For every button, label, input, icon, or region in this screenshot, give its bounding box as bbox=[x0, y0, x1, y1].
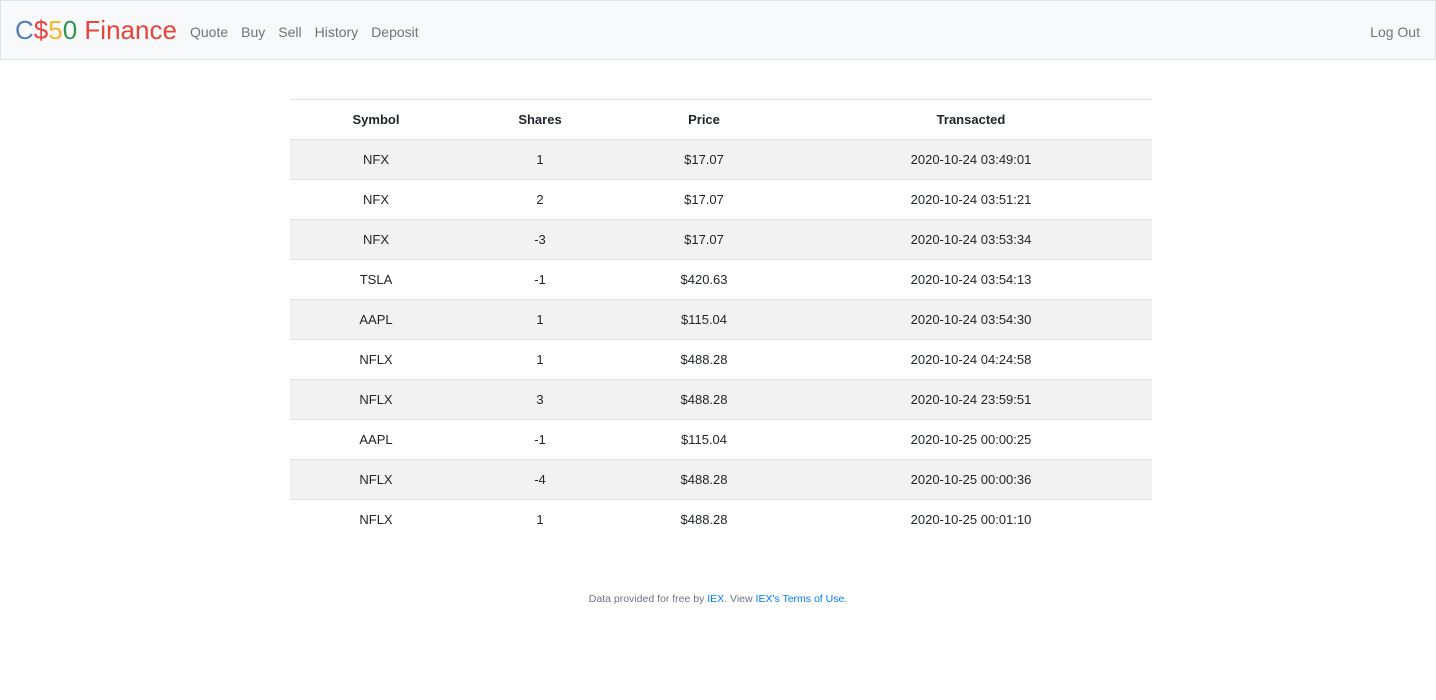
table-row: AAPL -1 $115.04 2020-10-25 00:00:25 bbox=[290, 419, 1152, 460]
nav-link-history[interactable]: History bbox=[315, 23, 359, 41]
table-cell-transacted: 2020-10-24 03:53:34 bbox=[790, 219, 1152, 260]
logout-link[interactable]: Log Out bbox=[1370, 23, 1420, 41]
brand-logo-link[interactable]: C$50 Finance bbox=[15, 13, 177, 47]
history-table-container: Symbol Shares Price Transacted NFX 1 $17.0… bbox=[290, 99, 1152, 540]
table-cell-price: $488.28 bbox=[618, 459, 790, 500]
table-cell-shares: 1 bbox=[462, 499, 618, 540]
table-cell-symbol: NFX bbox=[290, 139, 462, 180]
footer-text-suffix: . bbox=[844, 593, 848, 605]
table-cell-shares: -4 bbox=[462, 459, 618, 500]
table-header: Symbol Shares Price Transacted bbox=[290, 99, 1152, 140]
table-cell-transacted: 2020-10-24 03:54:30 bbox=[790, 299, 1152, 340]
column-header-price: Price bbox=[618, 99, 790, 140]
table-header-row: Symbol Shares Price Transacted bbox=[290, 99, 1152, 140]
table-row: NFX 1 $17.07 2020-10-24 03:49:01 bbox=[290, 139, 1152, 180]
table-cell-price: $115.04 bbox=[618, 299, 790, 340]
table-cell-price: $17.07 bbox=[618, 219, 790, 260]
column-header-transacted: Transacted bbox=[790, 99, 1152, 140]
table-cell-transacted: 2020-10-24 03:51:21 bbox=[790, 179, 1152, 220]
footer-text-middle: . View bbox=[724, 593, 756, 605]
table-cell-transacted: 2020-10-24 04:24:58 bbox=[790, 339, 1152, 380]
footer-text-prefix: Data provided for free by bbox=[588, 593, 708, 605]
table-cell-price: $17.07 bbox=[618, 139, 790, 180]
table-cell-price: $488.28 bbox=[618, 499, 790, 540]
table-cell-symbol: NFX bbox=[290, 219, 462, 260]
table-cell-shares: -3 bbox=[462, 219, 618, 260]
table-body: NFX 1 $17.07 2020-10-24 03:49:01 NFX 2 $17.07 2… bbox=[290, 139, 1152, 540]
table-cell-symbol: NFLX bbox=[290, 379, 462, 420]
table-cell-price: $488.28 bbox=[618, 379, 790, 420]
table-cell-transacted: 2020-10-25 00:00:36 bbox=[790, 459, 1152, 500]
footer: Data provided for free by IEX. View IEX'… bbox=[0, 592, 1436, 606]
table-cell-price: $488.28 bbox=[618, 339, 790, 380]
table-row: TSLA -1 $420.63 2020-10-24 03:54:13 bbox=[290, 259, 1152, 300]
table-row: NFX 2 $17.07 2020-10-24 03:51:21 bbox=[290, 179, 1152, 220]
table-row: AAPL 1 $115.04 2020-10-24 03:54:30 bbox=[290, 299, 1152, 340]
nav-link-deposit[interactable]: Deposit bbox=[371, 23, 418, 41]
column-header-shares: Shares bbox=[462, 99, 618, 140]
iex-link[interactable]: IEX bbox=[707, 593, 724, 605]
table-row: NFLX 3 $488.28 2020-10-24 23:59:51 bbox=[290, 379, 1152, 420]
table-row: NFX -3 $17.07 2020-10-24 03:53:34 bbox=[290, 219, 1152, 260]
brand-logo-part: 0 bbox=[62, 15, 78, 45]
table-row: NFLX 1 $488.28 2020-10-24 04:24:58 bbox=[290, 339, 1152, 380]
navbar: C$50 Finance Quote Buy Sell History Depo… bbox=[0, 0, 1436, 60]
table-cell-price: $17.07 bbox=[618, 179, 790, 220]
table-cell-price: $420.63 bbox=[618, 259, 790, 300]
table-cell-symbol: AAPL bbox=[290, 299, 462, 340]
table-cell-transacted: 2020-10-25 00:00:25 bbox=[790, 419, 1152, 460]
table-cell-transacted: 2020-10-25 00:01:10 bbox=[790, 499, 1152, 540]
table-cell-transacted: 2020-10-24 03:54:13 bbox=[790, 259, 1152, 300]
table-cell-symbol: NFX bbox=[290, 179, 462, 220]
table-cell-symbol: AAPL bbox=[290, 419, 462, 460]
brand-logo-part: 5 bbox=[48, 15, 63, 45]
table-cell-shares: 1 bbox=[462, 339, 618, 380]
table-cell-symbol: NFLX bbox=[290, 459, 462, 500]
table-row: NFLX -4 $488.28 2020-10-25 00:00:36 bbox=[290, 459, 1152, 500]
iex-terms-link[interactable]: IEX's Terms of Use bbox=[756, 593, 845, 605]
brand-logo-part: C bbox=[15, 15, 34, 45]
table-row: NFLX 1 $488.28 2020-10-25 00:01:10 bbox=[290, 499, 1152, 540]
table-cell-shares: 1 bbox=[462, 299, 618, 340]
table-cell-price: $115.04 bbox=[618, 419, 790, 460]
table-cell-symbol: NFLX bbox=[290, 499, 462, 540]
brand-logo-part: Finance bbox=[77, 15, 177, 45]
table-cell-transacted: 2020-10-24 23:59:51 bbox=[790, 379, 1152, 420]
table-cell-symbol: NFLX bbox=[290, 339, 462, 380]
table-cell-shares: 2 bbox=[462, 179, 618, 220]
nav-link-quote[interactable]: Quote bbox=[190, 23, 228, 41]
nav-links: Quote Buy Sell History Deposit bbox=[190, 23, 432, 41]
nav-link-buy[interactable]: Buy bbox=[241, 23, 265, 41]
nav-link-sell[interactable]: Sell bbox=[278, 23, 301, 41]
history-table: Symbol Shares Price Transacted NFX 1 $17.0… bbox=[290, 99, 1152, 540]
table-cell-shares: 1 bbox=[462, 139, 618, 180]
brand-logo-part: $ bbox=[33, 15, 49, 45]
table-cell-transacted: 2020-10-24 03:49:01 bbox=[790, 139, 1152, 180]
table-cell-symbol: TSLA bbox=[290, 259, 462, 300]
column-header-symbol: Symbol bbox=[290, 99, 462, 140]
table-cell-shares: 3 bbox=[462, 379, 618, 420]
table-cell-shares: -1 bbox=[462, 259, 618, 300]
table-cell-shares: -1 bbox=[462, 419, 618, 460]
